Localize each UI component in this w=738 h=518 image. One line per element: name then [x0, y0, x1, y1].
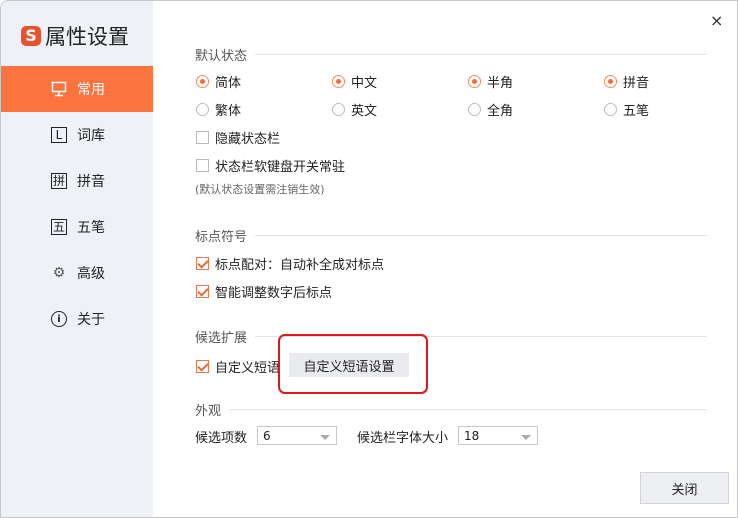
radio-simplified[interactable]: 简体 — [196, 72, 241, 91]
checkbox-label: 智能调整数字后标点 — [215, 286, 333, 301]
sidebar-item-label: 五笔 — [77, 220, 105, 236]
sidebar-item-lexicon[interactable]: L 词库 — [1, 112, 153, 158]
radio-label: 半角 — [487, 76, 514, 91]
candidate-count-label: 候选项数 — [195, 431, 248, 446]
checkbox-label: 隐藏状态栏 — [215, 132, 281, 147]
info-icon: i — [51, 311, 67, 327]
radio-label: 繁体 — [215, 104, 242, 119]
checkbox-punct-pairing[interactable]: 标点配对：自动补全成对标点 — [196, 254, 384, 273]
sidebar-item-pinyin[interactable]: 拼 拼音 — [1, 158, 153, 204]
radio-traditional[interactable]: 繁体 — [196, 100, 241, 119]
radio-label: 英文 — [351, 104, 378, 119]
checkbox[interactable] — [196, 257, 209, 270]
sidebar-item-label: 常用 — [77, 82, 105, 98]
settings-window: S 属性设置 常用 L 词库 拼 拼音 五 五笔 ⚙ 高级 i 关于 × 默认状… — [0, 0, 738, 518]
radio-wubi[interactable]: 五笔 — [604, 100, 649, 119]
pinyin-icon: 拼 — [51, 173, 67, 189]
radio-halfwidth[interactable]: 半角 — [468, 72, 513, 91]
checkbox-label: 标点配对：自动补全成对标点 — [215, 258, 385, 273]
monitor-icon — [51, 81, 67, 97]
radio-fullwidth[interactable]: 全角 — [468, 100, 513, 119]
radio-unchecked[interactable] — [332, 103, 345, 116]
gear-icon: ⚙ — [52, 265, 66, 281]
sidebar-item-common[interactable]: 常用 — [1, 66, 153, 112]
radio-label: 中文 — [351, 76, 378, 91]
section-default-state: 默认状态 — [195, 45, 707, 64]
checkbox-keyboard-switch[interactable]: 状态栏软键盘开关常驻 — [196, 156, 345, 175]
checkbox-label: 状态栏软键盘开关常驻 — [215, 160, 346, 175]
sidebar-item-label: 词库 — [77, 128, 105, 144]
radio-unchecked[interactable] — [604, 103, 617, 116]
radio-checked[interactable] — [604, 75, 617, 88]
title-text: 属性设置 — [45, 25, 129, 49]
checkbox-smart-adjust[interactable]: 智能调整数字后标点 — [196, 282, 332, 301]
sidebar-item-label: 高级 — [77, 266, 105, 282]
close-icon[interactable]: × — [710, 11, 723, 30]
select-value: 6 — [263, 428, 271, 443]
sidebar-item-advanced[interactable]: ⚙ 高级 — [1, 250, 153, 296]
checkbox-label: 自定义短语 — [215, 361, 281, 376]
radio-label: 五笔 — [623, 104, 650, 119]
wubi-icon: 五 — [51, 219, 67, 235]
close-button[interactable]: 关闭 — [640, 472, 729, 504]
font-size-select[interactable]: 18 — [458, 426, 538, 445]
radio-pinyin[interactable]: 拼音 — [604, 72, 649, 91]
section-candidate-ext: 候选扩展 — [195, 327, 707, 346]
radio-unchecked[interactable] — [196, 103, 209, 116]
candidate-count-select[interactable]: 6 — [257, 426, 337, 445]
radio-checked[interactable] — [332, 75, 345, 88]
checkbox[interactable] — [196, 131, 209, 144]
radio-label: 全角 — [487, 104, 514, 119]
section-header: 外观 — [195, 404, 222, 419]
section-appearance: 外观 — [195, 400, 707, 419]
font-size-label: 候选栏字体大小 — [357, 431, 449, 446]
lexicon-icon: L — [51, 127, 67, 143]
checkbox-custom-phrase[interactable]: 自定义短语 — [196, 357, 280, 376]
sidebar-item-about[interactable]: i 关于 — [1, 296, 153, 342]
dropdown-arrow-icon — [521, 435, 531, 440]
sogou-logo-icon: S — [21, 26, 41, 46]
checkbox[interactable] — [196, 285, 209, 298]
checkbox[interactable] — [196, 159, 209, 172]
default-state-note: (默认状态设置需注销生效) — [195, 183, 325, 196]
dropdown-arrow-icon — [320, 435, 330, 440]
sidebar: S 属性设置 常用 L 词库 拼 拼音 五 五笔 ⚙ 高级 i 关于 — [1, 1, 153, 517]
section-header: 标点符号 — [195, 230, 248, 245]
radio-checked[interactable] — [468, 75, 481, 88]
window-title: S 属性设置 — [21, 21, 129, 51]
section-header: 默认状态 — [195, 49, 248, 64]
sidebar-item-label: 拼音 — [77, 174, 105, 190]
radio-english[interactable]: 英文 — [332, 100, 377, 119]
radio-label: 简体 — [215, 76, 242, 91]
sidebar-item-wubi[interactable]: 五 五笔 — [1, 204, 153, 250]
select-value: 18 — [464, 428, 480, 443]
radio-unchecked[interactable] — [468, 103, 481, 116]
radio-checked[interactable] — [196, 75, 209, 88]
sidebar-item-label: 关于 — [77, 312, 105, 328]
checkbox-hide-status-bar[interactable]: 隐藏状态栏 — [196, 128, 280, 147]
checkbox[interactable] — [196, 360, 209, 373]
section-header: 候选扩展 — [195, 331, 248, 346]
custom-phrase-settings-button[interactable]: 自定义短语设置 — [289, 353, 409, 377]
radio-label: 拼音 — [623, 76, 650, 91]
radio-chinese[interactable]: 中文 — [332, 72, 377, 91]
section-punctuation: 标点符号 — [195, 226, 707, 245]
